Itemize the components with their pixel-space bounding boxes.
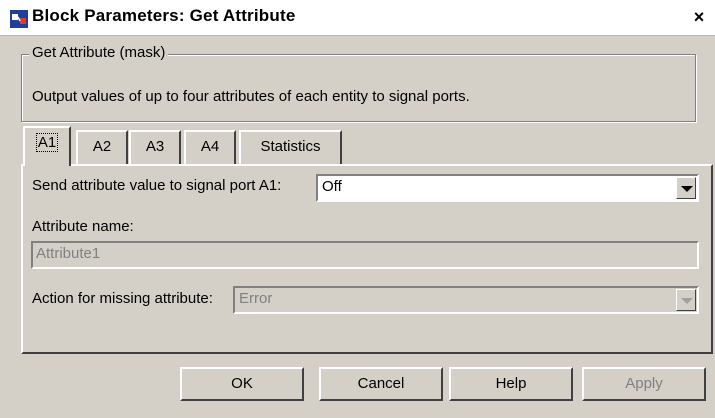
missing-attribute-value: Error — [239, 290, 273, 307]
ok-button[interactable]: OK — [180, 367, 304, 401]
missing-attribute-label: Action for missing attribute: — [32, 290, 213, 307]
attribute-name-value: Attribute1 — [36, 245, 101, 262]
tab-a4[interactable]: A4 — [184, 130, 236, 164]
tab-statistics-label: Statistics — [260, 138, 321, 155]
title-bar[interactable]: Block Parameters: Get Attribute × — [0, 0, 715, 36]
window-title: Block Parameters: Get Attribute — [32, 6, 296, 25]
attribute-name-field[interactable]: Attribute1 — [31, 241, 699, 269]
tab-a1-label: A1 — [35, 133, 59, 152]
mask-group-title: Get Attribute (mask) — [29, 44, 169, 61]
tab-a3[interactable]: A3 — [129, 130, 181, 164]
send-attribute-select[interactable]: Off — [316, 174, 699, 202]
apply-button[interactable]: Apply — [582, 367, 706, 401]
close-button[interactable]: × — [689, 7, 709, 27]
send-attribute-value: Off — [322, 178, 342, 195]
attribute-name-label: Attribute name: — [32, 218, 134, 235]
help-button[interactable]: Help — [449, 367, 573, 401]
block-parameters-dialog: Block Parameters: Get Attribute × Get At… — [0, 0, 715, 418]
chevron-down-icon[interactable] — [676, 177, 696, 199]
chevron-down-icon[interactable] — [676, 289, 696, 311]
cancel-button[interactable]: Cancel — [319, 367, 443, 401]
tab-a1[interactable]: A1 — [23, 126, 71, 166]
missing-attribute-select[interactable]: Error — [233, 286, 699, 314]
tab-a2[interactable]: A2 — [76, 130, 128, 164]
mask-description: Output values of up to four attributes o… — [32, 88, 470, 105]
tab-a2-label: A2 — [92, 138, 112, 155]
tab-a3-label: A3 — [145, 138, 165, 155]
simulink-block-icon — [10, 10, 28, 28]
tab-a4-label: A4 — [200, 138, 220, 155]
send-attribute-label: Send attribute value to signal port A1: — [32, 177, 282, 194]
tab-statistics[interactable]: Statistics — [239, 130, 342, 164]
